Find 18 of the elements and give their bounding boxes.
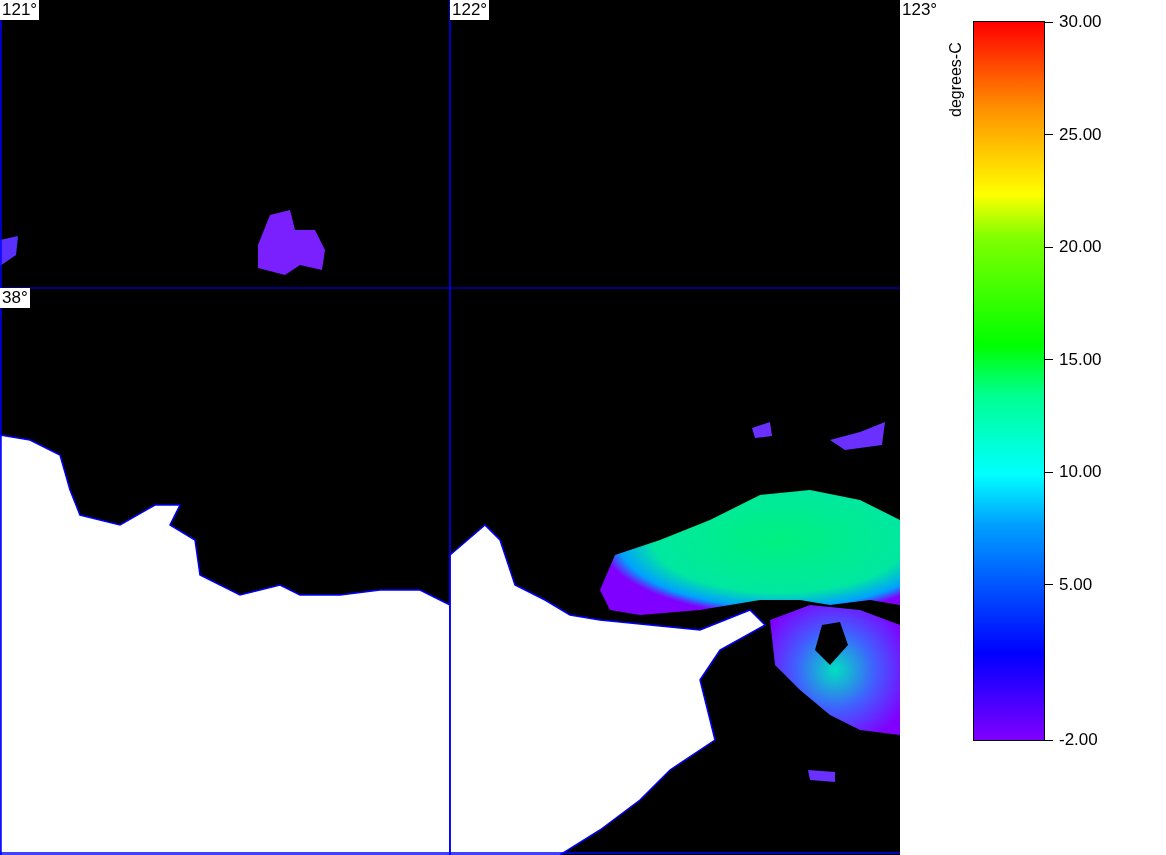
- tick-mark: [1045, 584, 1053, 585]
- legend-title: degrees-C: [946, 41, 965, 117]
- tick-mark: [1045, 471, 1053, 473]
- tick-label: 5.00: [1059, 574, 1093, 595]
- latitude-label: 38°: [0, 288, 30, 308]
- tick-label: 25.00: [1059, 124, 1102, 145]
- tick-mark: [1045, 246, 1053, 248]
- longitude-label: 122°: [450, 0, 490, 20]
- tick-mark: [1045, 359, 1053, 360]
- tick-label: 30.00: [1059, 12, 1102, 32]
- tick-label: 10.00: [1059, 462, 1102, 482]
- tick-mark: [1045, 21, 1053, 23]
- longitude-label: 121°: [0, 0, 40, 20]
- tick-label: 15.00: [1059, 349, 1102, 370]
- tick-mark: [1045, 739, 1053, 741]
- tick-label: 20.00: [1059, 237, 1102, 257]
- tick-mark: [1045, 134, 1053, 135]
- tick-label: -2.00: [1059, 730, 1098, 750]
